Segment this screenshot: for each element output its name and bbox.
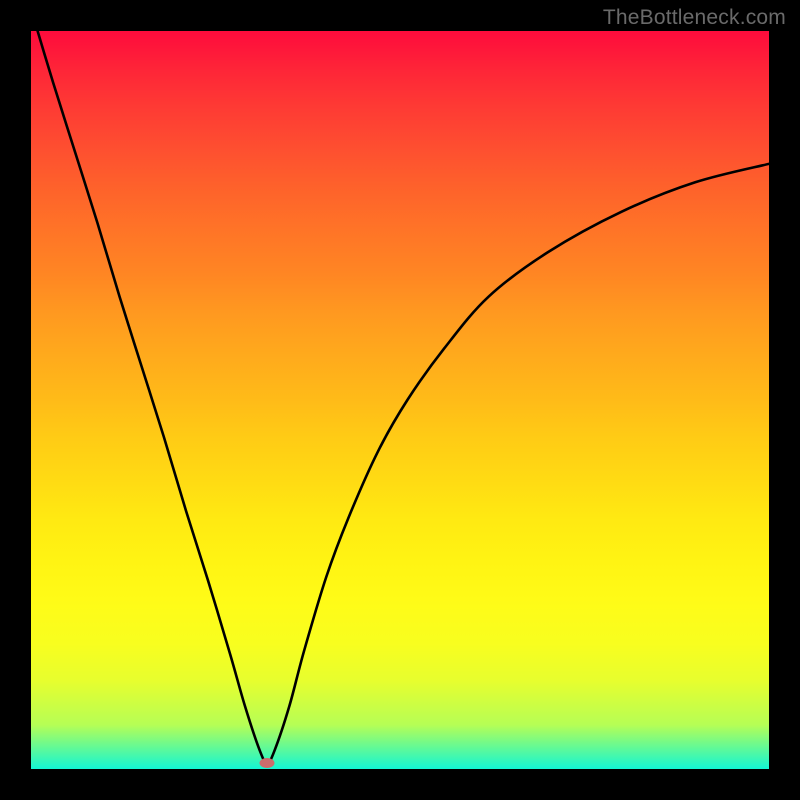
- curve-svg: [31, 31, 769, 769]
- chart-frame: TheBottleneck.com: [0, 0, 800, 800]
- minimum-marker: [260, 758, 275, 768]
- bottleneck-curve: [31, 31, 769, 763]
- watermark-text: TheBottleneck.com: [603, 6, 786, 30]
- plot-area: [31, 31, 769, 769]
